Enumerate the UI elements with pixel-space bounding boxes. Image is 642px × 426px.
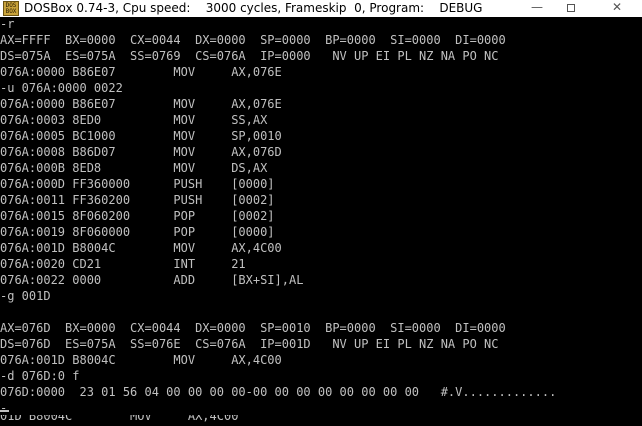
- title-bar[interactable]: DOS BOX DOSBox 0.74-3, Cpu speed: 3000 c…: [0, 0, 642, 17]
- maximize-icon: [567, 3, 575, 12]
- dosbox-app-icon[interactable]: DOS BOX: [3, 1, 19, 16]
- terminal-line: 076A:0005 BC1000 MOV SP,0010: [0, 129, 282, 143]
- terminal-line: AX=076D BX=0000 CX=0044 DX=0000 SP=0010 …: [0, 321, 506, 335]
- terminal-line: 076D:0000 23 01 56 04 00 00 00 00-00 00 …: [0, 385, 557, 399]
- partial-scrolled-line: 01D B8004C MOV AX,4C00: [0, 415, 239, 423]
- terminal-line: 076A:000D FF360000 PUSH [0000]: [0, 177, 275, 191]
- terminal-line: DS=076D ES=075A SS=076E CS=076A IP=001D …: [0, 337, 499, 351]
- terminal-line: 076A:0015 8F060200 POP [0002]: [0, 209, 275, 223]
- minimize-icon: —: [531, 0, 543, 14]
- maximize-button[interactable]: [557, 0, 585, 17]
- dos-terminal[interactable]: -r AX=FFFF BX=0000 CX=0044 DX=0000 SP=00…: [0, 17, 642, 426]
- terminal-line: 076A:0019 8F060000 POP [0000]: [0, 225, 275, 239]
- close-icon: ✕: [611, 0, 623, 14]
- terminal-line: -r: [0, 17, 15, 31]
- terminal-line: 076A:001D B8004C MOV AX,4C00: [0, 353, 282, 367]
- terminal-line: 076A:0022 0000 ADD [BX+SI],AL: [0, 273, 304, 287]
- title-speed: 3000 cycles, Frameskip 0, Program:: [205, 1, 425, 15]
- terminal-line: AX=FFFF BX=0000 CX=0044 DX=0000 SP=0000 …: [0, 33, 506, 47]
- terminal-line: -d 076D:0 f: [0, 369, 80, 383]
- close-button[interactable]: ✕: [603, 0, 631, 17]
- title-app-name: DOSBox 0.74-3, Cpu speed:: [24, 1, 191, 15]
- terminal-line: 076A:0020 CD21 INT 21: [0, 257, 246, 271]
- title-program: DEBUG: [439, 1, 483, 15]
- terminal-line: 076A:0003 8ED0 MOV SS,AX: [0, 113, 268, 127]
- terminal-line: 076A:001D B8004C MOV AX,4C00: [0, 241, 282, 255]
- terminal-line: 076A:0000 B86E07 MOV AX,076E: [0, 65, 282, 79]
- terminal-line: DS=075A ES=075A SS=0769 CS=076A IP=0000 …: [0, 49, 499, 63]
- minimize-button[interactable]: —: [523, 0, 551, 17]
- terminal-line: 076A:0000 B86E07 MOV AX,076E: [0, 97, 282, 111]
- command-prompt[interactable]: -: [0, 401, 7, 415]
- window-title: DOSBox 0.74-3, Cpu speed: 3000 cycles, F…: [24, 0, 482, 17]
- terminal-line: 076A:0011 FF360200 PUSH [0002]: [0, 193, 275, 207]
- terminal-line: -g 001D: [0, 289, 51, 303]
- terminal-line: 076A:000B 8ED8 MOV DS,AX: [0, 161, 268, 175]
- text-cursor: [0, 410, 9, 412]
- terminal-line: -u 076A:0000 0022: [0, 81, 123, 95]
- dosbox-window: DOS BOX DOSBox 0.74-3, Cpu speed: 3000 c…: [0, 0, 642, 426]
- terminal-line: 076A:0008 B86D07 MOV AX,076D: [0, 145, 282, 159]
